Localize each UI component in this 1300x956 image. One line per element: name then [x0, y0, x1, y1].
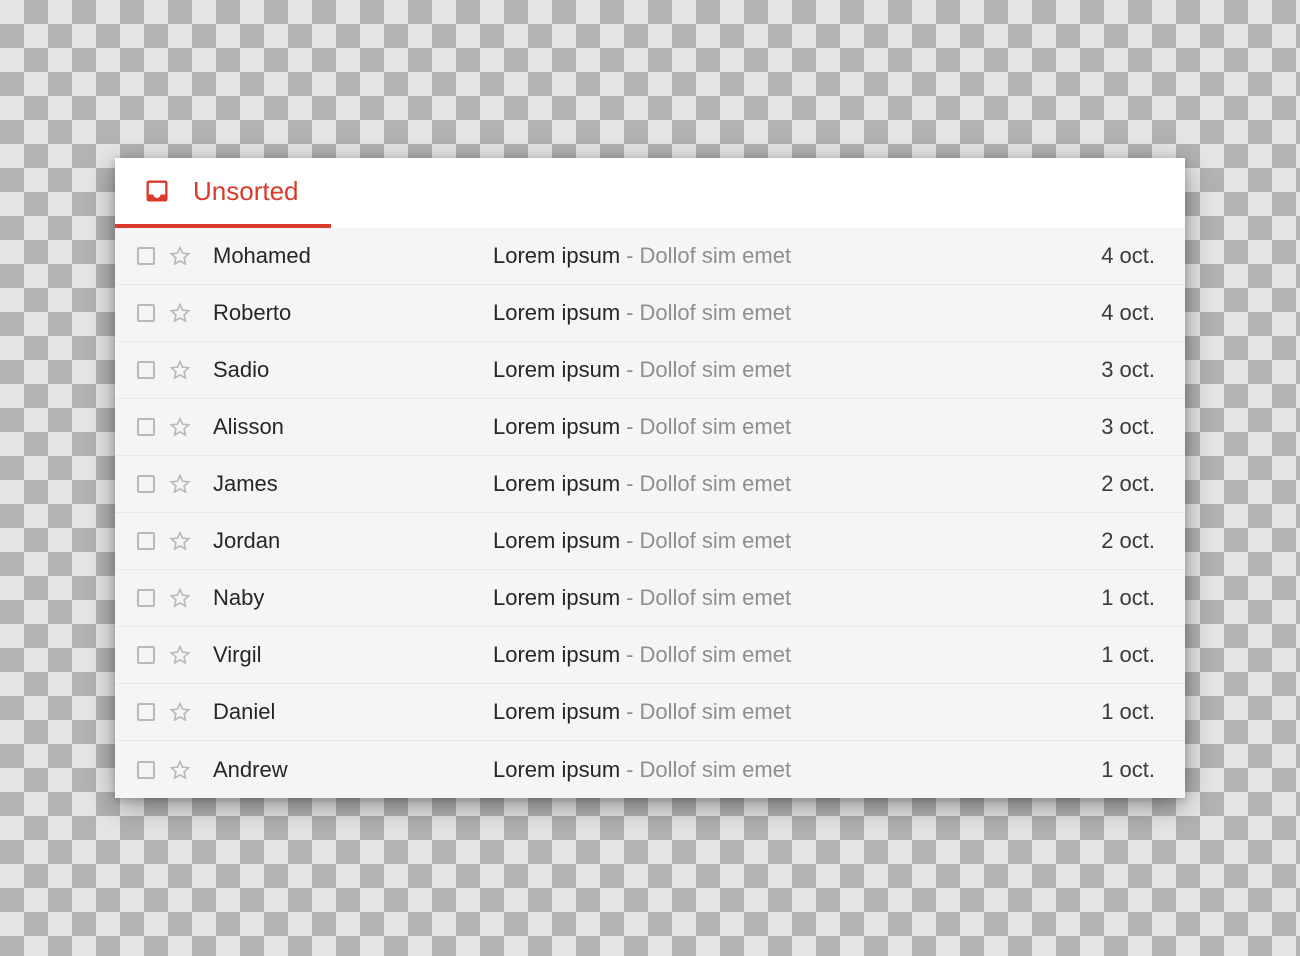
message-summary: Lorem ipsum-Dollof sim emet	[493, 300, 1065, 326]
message-row[interactable]: VirgilLorem ipsum-Dollof sim emet1 oct.	[115, 627, 1185, 684]
message-list: MohamedLorem ipsum-Dollof sim emet4 oct.…	[115, 228, 1185, 798]
message-summary: Lorem ipsum-Dollof sim emet	[493, 471, 1065, 497]
separator: -	[626, 471, 633, 496]
select-checkbox[interactable]	[137, 761, 155, 779]
separator: -	[626, 528, 633, 553]
date-text: 1 oct.	[1065, 642, 1155, 668]
star-icon[interactable]	[169, 416, 191, 438]
message-summary: Lorem ipsum-Dollof sim emet	[493, 585, 1065, 611]
separator: -	[626, 300, 633, 325]
date-text: 1 oct.	[1065, 585, 1155, 611]
select-checkbox[interactable]	[137, 703, 155, 721]
preview-text: Dollof sim emet	[639, 471, 791, 496]
preview-text: Dollof sim emet	[639, 243, 791, 268]
separator: -	[626, 642, 633, 667]
subject-text: Lorem ipsum	[493, 699, 620, 724]
separator: -	[626, 699, 633, 724]
inbox-icon	[143, 177, 171, 205]
sender-name: James	[213, 471, 493, 497]
date-text: 2 oct.	[1065, 528, 1155, 554]
date-text: 4 oct.	[1065, 243, 1155, 269]
message-row[interactable]: JordanLorem ipsum-Dollof sim emet2 oct.	[115, 513, 1185, 570]
select-checkbox[interactable]	[137, 646, 155, 664]
select-checkbox[interactable]	[137, 361, 155, 379]
tab-bar: Unsorted	[115, 158, 1185, 228]
date-text: 3 oct.	[1065, 357, 1155, 383]
star-icon[interactable]	[169, 644, 191, 666]
message-row[interactable]: JamesLorem ipsum-Dollof sim emet2 oct.	[115, 456, 1185, 513]
message-summary: Lorem ipsum-Dollof sim emet	[493, 699, 1065, 725]
sender-name: Naby	[213, 585, 493, 611]
select-checkbox[interactable]	[137, 247, 155, 265]
subject-text: Lorem ipsum	[493, 528, 620, 553]
message-row[interactable]: AlissonLorem ipsum-Dollof sim emet3 oct.	[115, 399, 1185, 456]
preview-text: Dollof sim emet	[639, 585, 791, 610]
select-checkbox[interactable]	[137, 418, 155, 436]
message-summary: Lorem ipsum-Dollof sim emet	[493, 528, 1065, 554]
message-summary: Lorem ipsum-Dollof sim emet	[493, 243, 1065, 269]
star-icon[interactable]	[169, 701, 191, 723]
separator: -	[626, 414, 633, 439]
email-panel: Unsorted MohamedLorem ipsum-Dollof sim e…	[115, 158, 1185, 798]
date-text: 1 oct.	[1065, 757, 1155, 783]
subject-text: Lorem ipsum	[493, 357, 620, 382]
sender-name: Virgil	[213, 642, 493, 668]
message-summary: Lorem ipsum-Dollof sim emet	[493, 414, 1065, 440]
message-row[interactable]: MohamedLorem ipsum-Dollof sim emet4 oct.	[115, 228, 1185, 285]
preview-text: Dollof sim emet	[639, 357, 791, 382]
preview-text: Dollof sim emet	[639, 528, 791, 553]
separator: -	[626, 585, 633, 610]
subject-text: Lorem ipsum	[493, 243, 620, 268]
message-summary: Lorem ipsum-Dollof sim emet	[493, 642, 1065, 668]
star-icon[interactable]	[169, 302, 191, 324]
subject-text: Lorem ipsum	[493, 471, 620, 496]
message-summary: Lorem ipsum-Dollof sim emet	[493, 357, 1065, 383]
date-text: 2 oct.	[1065, 471, 1155, 497]
preview-text: Dollof sim emet	[639, 757, 791, 782]
sender-name: Andrew	[213, 757, 493, 783]
subject-text: Lorem ipsum	[493, 300, 620, 325]
sender-name: Mohamed	[213, 243, 493, 269]
preview-text: Dollof sim emet	[639, 699, 791, 724]
star-icon[interactable]	[169, 245, 191, 267]
sender-name: Daniel	[213, 699, 493, 725]
preview-text: Dollof sim emet	[639, 414, 791, 439]
separator: -	[626, 243, 633, 268]
message-row[interactable]: DanielLorem ipsum-Dollof sim emet1 oct.	[115, 684, 1185, 741]
sender-name: Sadio	[213, 357, 493, 383]
date-text: 1 oct.	[1065, 699, 1155, 725]
subject-text: Lorem ipsum	[493, 757, 620, 782]
message-summary: Lorem ipsum-Dollof sim emet	[493, 757, 1065, 783]
star-icon[interactable]	[169, 587, 191, 609]
tab-unsorted[interactable]: Unsorted	[115, 158, 331, 228]
message-row[interactable]: SadioLorem ipsum-Dollof sim emet3 oct.	[115, 342, 1185, 399]
separator: -	[626, 757, 633, 782]
message-row[interactable]: NabyLorem ipsum-Dollof sim emet1 oct.	[115, 570, 1185, 627]
date-text: 3 oct.	[1065, 414, 1155, 440]
subject-text: Lorem ipsum	[493, 414, 620, 439]
message-row[interactable]: RobertoLorem ipsum-Dollof sim emet4 oct.	[115, 285, 1185, 342]
message-row[interactable]: AndrewLorem ipsum-Dollof sim emet1 oct.	[115, 741, 1185, 798]
star-icon[interactable]	[169, 530, 191, 552]
preview-text: Dollof sim emet	[639, 300, 791, 325]
tab-label: Unsorted	[193, 176, 299, 207]
select-checkbox[interactable]	[137, 475, 155, 493]
sender-name: Roberto	[213, 300, 493, 326]
subject-text: Lorem ipsum	[493, 642, 620, 667]
separator: -	[626, 357, 633, 382]
select-checkbox[interactable]	[137, 304, 155, 322]
date-text: 4 oct.	[1065, 300, 1155, 326]
sender-name: Alisson	[213, 414, 493, 440]
select-checkbox[interactable]	[137, 532, 155, 550]
select-checkbox[interactable]	[137, 589, 155, 607]
preview-text: Dollof sim emet	[639, 642, 791, 667]
sender-name: Jordan	[213, 528, 493, 554]
star-icon[interactable]	[169, 359, 191, 381]
subject-text: Lorem ipsum	[493, 585, 620, 610]
star-icon[interactable]	[169, 759, 191, 781]
star-icon[interactable]	[169, 473, 191, 495]
